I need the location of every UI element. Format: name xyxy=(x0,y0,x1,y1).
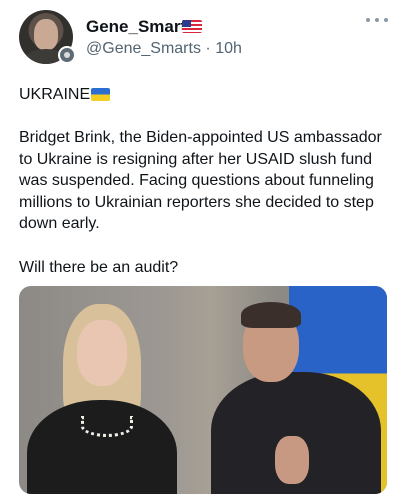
headline: UKRAINE xyxy=(19,86,91,103)
separator-dot: · xyxy=(205,40,216,57)
ukraine-flag-icon xyxy=(91,88,110,101)
verified-badge-icon xyxy=(58,46,76,64)
tweet-body: Bridget Brink, the Biden-appointed US am… xyxy=(19,129,382,232)
tweet-image[interactable] xyxy=(19,286,387,494)
timestamp[interactable]: 10h xyxy=(215,40,242,57)
tweet-question: Will there be an audit? xyxy=(19,259,179,276)
woman-body xyxy=(27,400,177,494)
username[interactable]: Gene_Smarts xyxy=(86,17,196,37)
handle-and-time: @Gene_Smarts · 10h xyxy=(86,40,242,58)
woman-face xyxy=(77,320,127,386)
us-flag-icon xyxy=(182,20,202,33)
avatar-face xyxy=(34,19,58,50)
more-options-icon[interactable] xyxy=(366,12,388,28)
tweet-card: Gene_Smarts @Gene_Smarts · 10h UKRAINE B… xyxy=(0,0,406,500)
pearl-necklace xyxy=(81,416,133,437)
handle[interactable]: @Gene_Smarts xyxy=(86,40,201,57)
man-hand xyxy=(275,436,309,484)
man-hair xyxy=(241,302,301,328)
